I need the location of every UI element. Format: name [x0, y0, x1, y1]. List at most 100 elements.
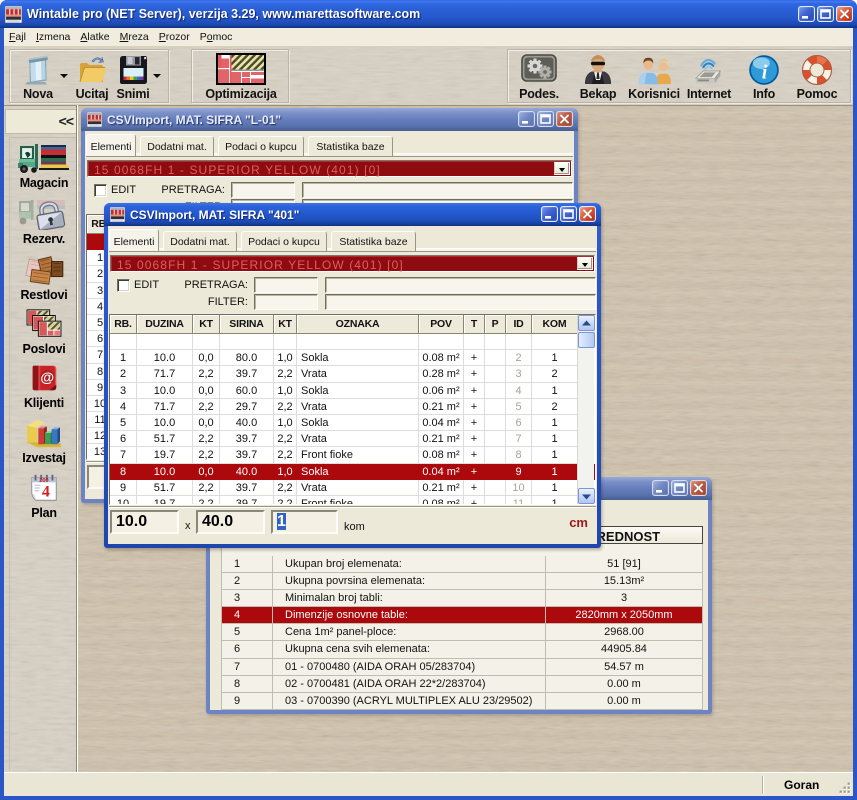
- material-combo[interactable]: 15 0068FH 1 - SUPERIOR YELLOW (401) [0]: [87, 160, 572, 177]
- table-row-1[interactable]: 110.00,080.01,0Sokla0.08 m²+21: [110, 350, 595, 366]
- tab-dodatnimat[interactable]: Dodatni mat.: [163, 231, 237, 251]
- scrollbar-thumb[interactable]: [578, 332, 595, 348]
- menu-item-mreza[interactable]: Mreza: [115, 29, 154, 45]
- height-input[interactable]: 40.0: [196, 510, 265, 534]
- sidebar-item-plan[interactable]: 200 4 Plan: [10, 472, 78, 519]
- statistics-row-6[interactable]: 6Ukupna cena svih elemenata:44905.84: [221, 641, 703, 658]
- pretraga-input-2[interactable]: [325, 277, 596, 293]
- statistics-row-9[interactable]: 903 - 0700390 (ACRYL MULTIPLEX ALU 23/29…: [221, 693, 703, 710]
- toolbar-button-nova[interactable]: Nova: [16, 52, 60, 102]
- sidebar-item-restlovi[interactable]: Restlovi: [10, 254, 78, 301]
- statistics-row-3[interactable]: 3Minimalan broj tabli:3: [221, 590, 703, 607]
- sidebar-item-rezerv[interactable]: Rezerv.: [10, 198, 78, 245]
- column-header-rb[interactable]: RB.: [110, 315, 137, 334]
- table-row-3[interactable]: 310.00,060.01,0Sokla0.06 m²+41: [110, 383, 595, 399]
- toolbar-button-pomoc[interactable]: Pomoc: [788, 52, 846, 102]
- statistics-row-2[interactable]: 2Ukupna povrsina elemenata:15.13m²: [221, 573, 703, 590]
- csv-window-l01-maximize-button[interactable]: [537, 111, 554, 127]
- csv-window-401-titlebar[interactable]: CSVImport, MAT. SIFRA "401": [104, 203, 601, 226]
- column-header-kt[interactable]: KT: [193, 315, 220, 334]
- combo-dropdown-button[interactable]: [554, 162, 570, 175]
- toolbar-button-podes[interactable]: Podes.: [515, 52, 563, 102]
- statistics-window-maximize-button[interactable]: [671, 480, 688, 496]
- csv-window-l01-minimize-button[interactable]: [518, 111, 535, 127]
- tab-podaciokupcu[interactable]: Podaci o kupcu: [218, 136, 304, 156]
- toolbar-button-optimizacija[interactable]: Optimizacija: [202, 52, 280, 102]
- tab-podaciokupcu[interactable]: Podaci o kupcu: [241, 231, 327, 251]
- toolbar-dropdown-arrow[interactable]: [153, 74, 161, 78]
- tab-dodatnimat[interactable]: Dodatni mat.: [140, 136, 214, 156]
- scroll-up-button[interactable]: [578, 315, 595, 331]
- toolbar-button-korisnici[interactable]: Korisnici: [621, 52, 687, 102]
- toolbar-button-info[interactable]: i Info: [741, 52, 787, 102]
- cell-kt: 2,2: [193, 480, 220, 496]
- table-scrollbar[interactable]: [577, 315, 594, 504]
- resize-grip[interactable]: [839, 782, 852, 795]
- material-combo[interactable]: 15 0068FH 1 - SUPERIOR YELLOW (401) [0]: [110, 255, 595, 272]
- tab-statistikabaze[interactable]: Statistika baze: [331, 231, 416, 251]
- close-button[interactable]: [836, 6, 853, 22]
- statistics-row-8[interactable]: 802 - 0700481 (AIDA ORAH 22*2/283704)0.0…: [221, 676, 703, 693]
- scroll-down-button[interactable]: [578, 488, 595, 504]
- tab-statistikabaze[interactable]: Statistika baze: [308, 136, 393, 156]
- filter-input-2[interactable]: [325, 294, 596, 310]
- pretraga-input-1[interactable]: [231, 182, 295, 198]
- sidebar-item-magacin[interactable]: Magacin: [10, 142, 78, 189]
- csv-window-l01-close-button[interactable]: [556, 111, 573, 127]
- toolbar-dropdown-arrow[interactable]: [60, 74, 68, 78]
- column-header-oznaka[interactable]: OZNAKA: [297, 315, 419, 334]
- table-row-9[interactable]: 951.72,239.72,2Vrata0.21 m²+101: [110, 480, 595, 496]
- statistics-row-1[interactable]: 1Ukupan broj elemenata:51 [91]: [221, 556, 703, 573]
- maximize-button[interactable]: [817, 6, 834, 22]
- table-row-8[interactable]: 810.00,040.01,0Sokla0.04 m²+91: [110, 464, 595, 480]
- column-header-p[interactable]: P: [485, 315, 506, 334]
- tab-elementi[interactable]: Elementi: [86, 134, 136, 156]
- table-row-empty[interactable]: [110, 334, 595, 350]
- column-header-sirina[interactable]: SIRINA: [220, 315, 274, 334]
- toolbar-button-snimi[interactable]: Snimi: [112, 52, 154, 102]
- toolbar-button-bekap[interactable]: Bekap: [574, 52, 622, 102]
- table-row-2[interactable]: 271.72,239.72,2Vrata0.28 m²+32: [110, 366, 595, 382]
- statistics-row-5[interactable]: 5Cena 1m² panel-ploce:2968.00: [221, 624, 703, 641]
- pretraga-input-1[interactable]: [254, 277, 318, 293]
- menu-item-alatke[interactable]: Alatke: [75, 29, 114, 45]
- sidebar-item-poslovi[interactable]: Poslovi: [10, 308, 78, 355]
- table-row-6[interactable]: 651.72,239.72,2Vrata0.21 m²+71: [110, 431, 595, 447]
- sidebar-item-izvestaj[interactable]: Izvestaj: [10, 417, 78, 464]
- quantity-input[interactable]: 1: [271, 510, 338, 534]
- edit-checkbox[interactable]: [117, 279, 130, 292]
- column-header-pov[interactable]: POV: [419, 315, 464, 334]
- pretraga-input-2[interactable]: [302, 182, 573, 198]
- statistics-row-7[interactable]: 701 - 0700480 (AIDA ORAH 05/283704)54.57…: [221, 659, 703, 676]
- column-header-duzina[interactable]: DUZINA: [137, 315, 193, 334]
- statistics-window-close-button[interactable]: [690, 480, 707, 496]
- csv-window-401-close-button[interactable]: [579, 206, 596, 222]
- csv-window-401-maximize-button[interactable]: [560, 206, 577, 222]
- table-row-7[interactable]: 719.72,239.72,2Front fioke0.08 m²+81: [110, 447, 595, 463]
- statistics-row-4[interactable]: 4Dimenzije osnovne table:2820mm x 2050mm: [221, 607, 703, 624]
- tab-elementi[interactable]: Elementi: [109, 229, 159, 251]
- sidebar-item-klijenti[interactable]: @ Klijenti: [10, 362, 78, 409]
- table-row-10[interactable]: 1019.72,239.72,2Front fioke0.08 m²+111: [110, 496, 595, 505]
- toolbar-button-internet[interactable]: Internet: [682, 52, 736, 102]
- csv-window-401-minimize-button[interactable]: [541, 206, 558, 222]
- menu-item-pomoc[interactable]: Pomoc: [195, 29, 238, 45]
- table-row-5[interactable]: 510.00,040.01,0Sokla0.04 m²+61: [110, 415, 595, 431]
- statistics-window-minimize-button[interactable]: [652, 480, 669, 496]
- table-row-4[interactable]: 471.72,229.72,2Vrata0.21 m²+52: [110, 399, 595, 415]
- menu-item-fajl[interactable]: Fajl: [4, 29, 31, 45]
- filter-input-1[interactable]: [254, 294, 318, 310]
- column-header-id[interactable]: ID: [506, 315, 532, 334]
- csv-window-l01-titlebar[interactable]: CSVImport, MAT. SIFRA "L-01": [81, 108, 578, 131]
- column-header-kom[interactable]: KOM: [532, 315, 578, 334]
- menu-item-izmena[interactable]: Izmena: [31, 29, 75, 45]
- column-header-kt[interactable]: KT: [274, 315, 297, 334]
- column-header-t[interactable]: T: [464, 315, 485, 334]
- menu-item-prozor[interactable]: Prozor: [154, 29, 195, 45]
- combo-dropdown-button[interactable]: [577, 257, 593, 270]
- edit-checkbox[interactable]: [94, 184, 107, 197]
- width-input[interactable]: 10.0: [110, 510, 179, 534]
- sidebar-collapse-button[interactable]: <<: [59, 113, 73, 129]
- toolbar-button-ucitaj[interactable]: Ucitaj: [70, 52, 114, 102]
- minimize-button[interactable]: [798, 6, 815, 22]
